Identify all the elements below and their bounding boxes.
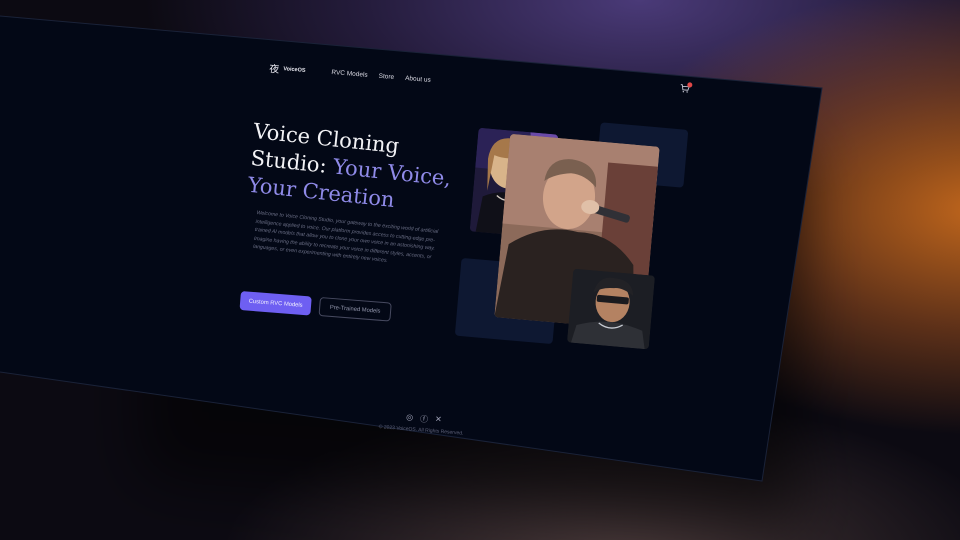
custom-rvc-models-button[interactable]: Custom RVC Models [239,291,312,316]
cart-button[interactable] [680,82,693,94]
scene: 夜 VoiceOS RVC Models Store About us Voic… [0,0,960,540]
copyright: © 2023 VoiceOS. All Rights Reserved. [378,424,464,437]
nav-about-us[interactable]: About us [405,75,431,84]
hero-title: Voice Cloning Studio: Your Voice, Your C… [247,118,474,222]
nav-store[interactable]: Store [378,73,394,81]
top-nav: 夜 VoiceOS RVC Models Store About us [269,60,442,89]
x-icon[interactable]: ✕ [435,415,442,426]
logo-text[interactable]: VoiceOS [283,66,306,74]
logo-icon[interactable]: 夜 [269,60,280,76]
pre-trained-models-button[interactable]: Pre-Trained Models [318,297,392,322]
nav-rvc-models[interactable]: RVC Models [331,69,368,79]
hero-description: Welcome to Voice Cloning Studio, your ga… [252,209,439,265]
cart-badge [687,82,693,88]
facebook-icon[interactable]: ⓕ [420,414,429,426]
social-links: ◎ ⓕ ✕ [406,413,449,427]
artist-photo-bad-bunny[interactable] [566,268,656,350]
website: 夜 VoiceOS RVC Models Store About us Voic… [0,0,960,540]
instagram-icon[interactable]: ◎ [406,413,414,424]
